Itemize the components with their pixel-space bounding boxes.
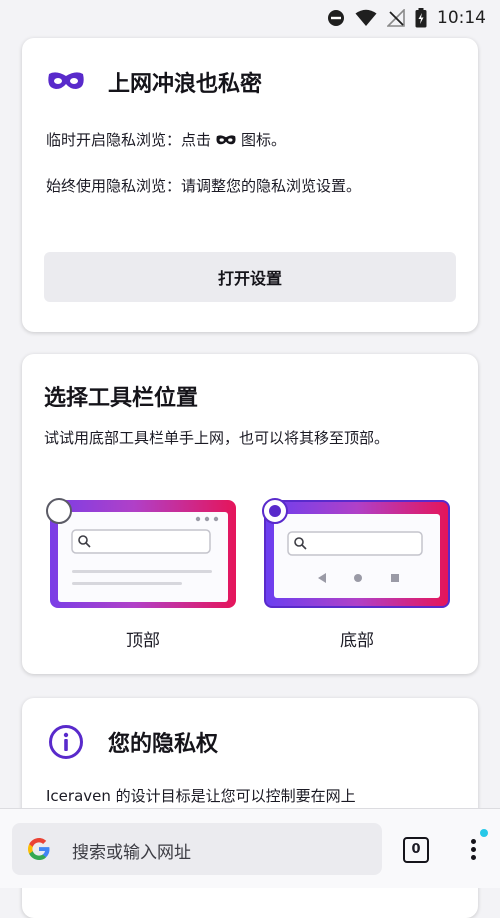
google-icon [26,836,52,866]
inline-mask-icon [215,130,237,154]
menu-dot-icon [471,855,476,860]
no-signal-icon [387,9,405,27]
private-card-title: 上网冲浪也私密 [108,72,263,97]
tab-counter-button[interactable]: 0 [403,837,429,863]
toolbar-card-description: 试试用底部工具栏单手上网，也可以将其移至顶部。 [44,429,390,447]
menu-dot-icon [471,847,476,852]
battery-icon [415,8,427,28]
toolbar-card-title: 选择工具栏位置 [44,386,199,411]
status-bar: 10:14 [0,0,500,36]
private-instruction-always: 始终使用隐私浏览：请调整您的隐私浏览设置。 [46,177,362,195]
menu-dot-icon [471,839,476,844]
private-browsing-card: 上网冲浪也私密 临时开启隐私浏览：点击 图标。 始终使用隐私浏览：请调整您的隐私浏… [22,38,478,332]
privacy-card-title: 您的隐私权 [108,732,219,757]
search-input[interactable]: 搜索或输入网址 [12,823,382,875]
bottom-option-preview [274,514,440,598]
wifi-icon [355,9,377,27]
toolbar-bottom-radio[interactable] [262,498,288,524]
status-time: 10:14 [437,8,486,28]
toolbar-position-card: 选择工具栏位置 试试用底部工具栏单手上网，也可以将其移至顶部。 顶部 底部 [22,354,478,674]
menu-notification-badge [480,829,488,837]
privacy-card-text: Iceraven 的设计目标是让您可以控制要在网上 [46,787,356,805]
toolbar-top-radio[interactable] [46,498,72,524]
toolbar-top-label: 顶部 [126,631,160,651]
private-instruction-temp: 临时开启隐私浏览：点击 图标。 [46,128,454,154]
private-mask-icon [46,68,86,98]
menu-button[interactable] [462,829,488,865]
search-placeholder: 搜索或输入网址 [72,843,191,863]
info-icon [48,724,84,764]
private-line1-suffix: 图标。 [241,131,287,149]
do-not-disturb-icon [327,9,345,27]
bottom-toolbar: 搜索或输入网址 0 [0,808,500,888]
toolbar-top-option[interactable] [50,500,236,608]
top-option-preview [58,512,228,602]
open-settings-button[interactable]: 打开设置 [44,252,456,302]
toolbar-bottom-option[interactable] [264,500,450,608]
toolbar-bottom-label: 底部 [340,631,374,651]
private-line1-text: 临时开启隐私浏览：点击 [46,131,212,149]
